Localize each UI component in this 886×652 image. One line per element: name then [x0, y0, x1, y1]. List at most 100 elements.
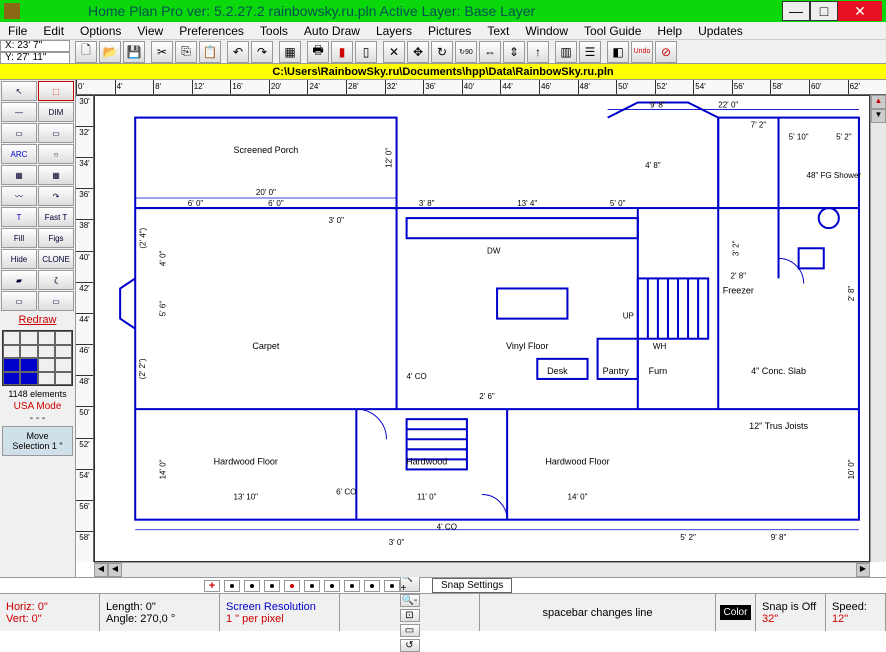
tool-1-0[interactable]: — [1, 102, 37, 122]
swatch-0[interactable] [3, 331, 20, 345]
snap-dot[interactable] [324, 580, 340, 592]
tool-8-1[interactable]: CLONE [38, 249, 74, 269]
menu-options[interactable]: Options [76, 24, 125, 38]
scroll-left-icon[interactable]: ◀ [94, 563, 108, 577]
scrollbar-vertical[interactable]: ▲ ▼ [870, 95, 886, 562]
menu-tools[interactable]: Tools [256, 24, 292, 38]
move-selection-button[interactable]: Move Selection 1 " [2, 426, 73, 456]
scrollbar-horizontal[interactable]: ◀ ◀ ▶ [94, 562, 870, 577]
list-icon[interactable]: ☰ [579, 41, 601, 63]
tool-10-0[interactable]: ▭ [1, 291, 37, 311]
print-icon[interactable]: 🖶 [307, 41, 329, 63]
redo-icon[interactable]: ↷ [251, 41, 273, 63]
menu-pictures[interactable]: Pictures [424, 24, 475, 38]
tool-2-1[interactable]: ▭ [38, 123, 74, 143]
pan-icon[interactable]: ✥ [407, 41, 429, 63]
tool-9-1[interactable]: ζ [38, 270, 74, 290]
move-up-icon[interactable]: ↑ [527, 41, 549, 63]
scroll-left2-icon[interactable]: ◀ [108, 563, 122, 577]
snap-dot[interactable] [224, 580, 240, 592]
swatch-2[interactable] [38, 331, 55, 345]
snap-settings-button[interactable]: Snap Settings [432, 578, 512, 593]
swatch-10[interactable] [38, 358, 55, 372]
color-button[interactable]: Color [720, 605, 752, 620]
swatch-6[interactable] [38, 345, 55, 359]
tool-3-0[interactable]: ARC [1, 144, 37, 164]
swatch-grid[interactable] [2, 330, 73, 386]
zoom-reset-icon[interactable]: ↺ [400, 639, 420, 652]
save-icon[interactable]: 💾 [123, 41, 145, 63]
tool-4-1[interactable]: ▦ [38, 165, 74, 185]
paste-icon[interactable]: 📋 [199, 41, 221, 63]
menu-help[interactable]: Help [653, 24, 686, 38]
rotate-icon[interactable]: ↻ [431, 41, 453, 63]
maximize-button[interactable]: □ [810, 1, 838, 21]
zoom-window-icon[interactable]: ▭ [400, 624, 420, 637]
snap-dot[interactable] [264, 580, 280, 592]
tool-4-0[interactable]: ▦ [1, 165, 37, 185]
rotate90-icon[interactable]: ↻90 [455, 41, 477, 63]
tool-8-0[interactable]: Hide [1, 249, 37, 269]
swatch-8[interactable] [3, 358, 20, 372]
redraw-button[interactable]: Redraw [0, 312, 75, 328]
swatch-11[interactable] [55, 358, 72, 372]
tool-2-0[interactable]: ▭ [1, 123, 37, 143]
menu-file[interactable]: File [4, 24, 31, 38]
swatch-7[interactable] [55, 345, 72, 359]
flip-h-icon[interactable]: ⇔ [479, 41, 501, 63]
no-entry-icon[interactable]: ⊘ [655, 41, 677, 63]
menu-window[interactable]: Window [521, 24, 572, 38]
zoom-out-icon[interactable]: 🔍- [400, 594, 420, 607]
tool-6-0[interactable]: T [1, 207, 37, 227]
swatch-1[interactable] [20, 331, 37, 345]
swatch-9[interactable] [20, 358, 37, 372]
tool-9-0[interactable]: ▰ [1, 270, 37, 290]
menu-updates[interactable]: Updates [694, 24, 747, 38]
eraser-icon[interactable]: ◧ [607, 41, 629, 63]
snap-dot[interactable] [344, 580, 360, 592]
cut-icon[interactable]: ✂ [151, 41, 173, 63]
swatch-14[interactable] [38, 372, 55, 386]
swatch-15[interactable] [55, 372, 72, 386]
layer-icon[interactable]: ▮ [331, 41, 353, 63]
tool-7-0[interactable]: Fill [1, 228, 37, 248]
menu-text[interactable]: Text [483, 24, 513, 38]
snap-dot[interactable] [304, 580, 320, 592]
minimize-button[interactable]: — [782, 1, 810, 21]
palette-icon[interactable]: ▥ [555, 41, 577, 63]
snap-dot[interactable] [364, 580, 380, 592]
scroll-down-icon[interactable]: ▼ [871, 109, 886, 123]
drawing-canvas[interactable]: Screened Porch Carpet Vinyl Floor Desk P… [94, 95, 870, 562]
tool-7-1[interactable]: Figs [38, 228, 74, 248]
tool-5-1[interactable]: ↷ [38, 186, 74, 206]
menu-layers[interactable]: Layers [372, 24, 416, 38]
flip-v-icon[interactable]: ⇕ [503, 41, 525, 63]
menu-tool-guide[interactable]: Tool Guide [580, 24, 645, 38]
close-button[interactable]: ✕ [838, 1, 882, 21]
tool-0-1[interactable]: ⬚ [38, 81, 74, 101]
tool-5-0[interactable]: 〰 [1, 186, 37, 206]
tool-10-1[interactable]: ▭ [38, 291, 74, 311]
copy-icon[interactable]: ⎘ [175, 41, 197, 63]
scroll-right-icon[interactable]: ▶ [856, 563, 870, 577]
snap-dot[interactable] [284, 580, 300, 592]
tool-3-1[interactable]: ○ [38, 144, 74, 164]
swatch-5[interactable] [20, 345, 37, 359]
swatch-3[interactable] [55, 331, 72, 345]
menu-view[interactable]: View [133, 24, 167, 38]
menu-preferences[interactable]: Preferences [175, 24, 248, 38]
zoom-fit-icon[interactable]: ⊡ [400, 609, 420, 622]
scroll-up-icon[interactable]: ▲ [871, 95, 886, 109]
snap-plus-icon[interactable]: + [204, 580, 220, 592]
new-icon[interactable]: 🗋 [75, 41, 97, 63]
door-icon[interactable]: ▯ [355, 41, 377, 63]
menu-auto-draw[interactable]: Auto Draw [300, 24, 364, 38]
tool-0-0[interactable]: ↖ [1, 81, 37, 101]
snap-dot[interactable] [244, 580, 260, 592]
swatch-13[interactable] [20, 372, 37, 386]
swatch-12[interactable] [3, 372, 20, 386]
zoom-out-icon[interactable]: ✕ [383, 41, 405, 63]
swatch-4[interactable] [3, 345, 20, 359]
tool-6-1[interactable]: Fast T [38, 207, 74, 227]
menu-edit[interactable]: Edit [39, 24, 68, 38]
